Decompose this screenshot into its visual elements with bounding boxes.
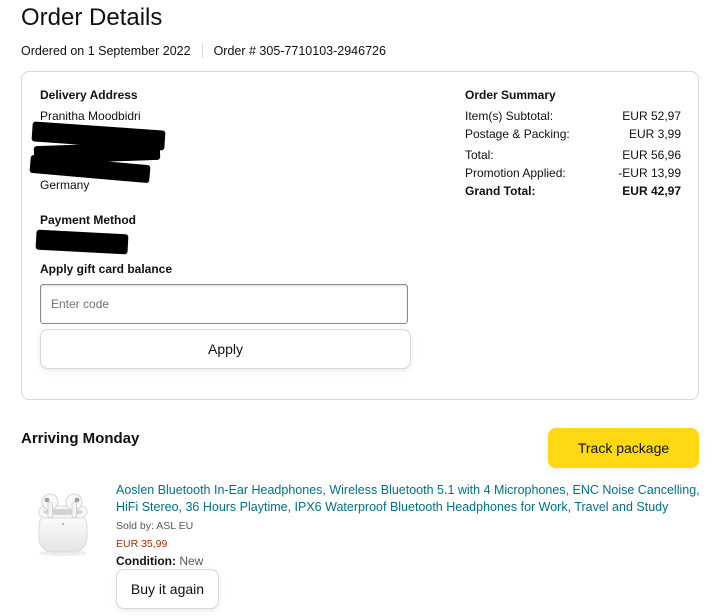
- summary-row-postage: Postage & Packing: EUR 3,99: [465, 126, 681, 144]
- summary-value: EUR 42,97: [622, 184, 681, 198]
- order-summary-heading: Order Summary: [465, 88, 556, 102]
- order-meta: Ordered on 1 September 2022 Order # 305-…: [21, 44, 386, 58]
- summary-value: EUR 3,99: [628, 126, 681, 141]
- redacted-payment-method: [35, 229, 129, 255]
- apply-gift-card-button[interactable]: Apply: [40, 329, 411, 369]
- summary-row-total: Total: EUR 56,96: [465, 147, 681, 165]
- order-number: Order # 305-7710103-2946726: [213, 44, 386, 58]
- item-price: EUR 35,99: [116, 538, 168, 550]
- summary-value: EUR 56,96: [622, 148, 681, 162]
- track-package-button[interactable]: Track package: [548, 428, 699, 468]
- earbuds-icon: [38, 493, 88, 556]
- summary-label: Total:: [465, 148, 494, 162]
- summary-value: EUR 52,97: [622, 109, 681, 123]
- summary-row-grand-total: Grand Total: EUR 42,97: [465, 183, 681, 201]
- summary-row-subtotal: Item(s) Subtotal: EUR 52,97: [465, 108, 681, 126]
- delivery-name: Pranitha Moodbidri: [40, 109, 141, 123]
- meta-divider: [201, 44, 203, 58]
- seller-info: Sold by: ASL EU: [116, 520, 194, 532]
- product-title-link[interactable]: Aoslen Bluetooth In-Ear Headphones, Wire…: [116, 482, 706, 516]
- delivery-country: Germany: [40, 178, 90, 192]
- summary-label: Grand Total:: [465, 184, 536, 198]
- condition-label: Condition:: [116, 554, 176, 568]
- order-details-box: Delivery Address Pranitha Moodbidri Germ…: [21, 71, 699, 400]
- gift-card-code-input[interactable]: [40, 284, 408, 324]
- summary-label: Item(s) Subtotal:: [465, 109, 554, 123]
- order-date: Ordered on 1 September 2022: [21, 44, 191, 58]
- delivery-status: Arriving Monday: [21, 430, 140, 447]
- item-condition: Condition: New: [116, 554, 203, 568]
- payment-method-heading: Payment Method: [40, 213, 137, 227]
- gift-card-heading: Apply gift card balance: [40, 262, 173, 276]
- summary-row-promotion: Promotion Applied: -EUR 13,99: [465, 165, 681, 183]
- page-title: Order Details: [21, 4, 163, 31]
- order-summary-table: Item(s) Subtotal: EUR 52,97 Postage & Pa…: [465, 108, 681, 201]
- delivery-address-heading: Delivery Address: [40, 88, 138, 102]
- summary-value: -EUR 13,99: [618, 165, 681, 180]
- earbuds-product-image[interactable]: [30, 484, 96, 558]
- buy-it-again-button[interactable]: Buy it again: [116, 569, 219, 609]
- summary-label: Promotion Applied:: [465, 165, 566, 180]
- condition-value: New: [179, 554, 204, 568]
- summary-label: Postage & Packing:: [465, 126, 570, 141]
